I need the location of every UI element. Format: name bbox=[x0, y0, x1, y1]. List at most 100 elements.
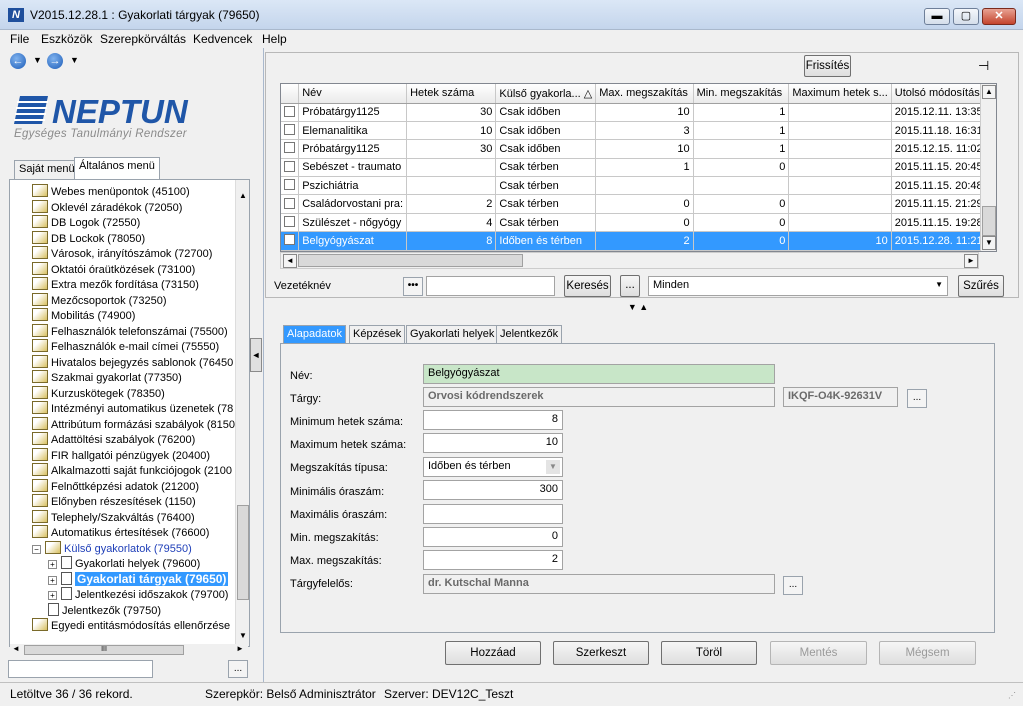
resize-grip-icon[interactable]: ⋰ bbox=[1008, 691, 1016, 700]
row-checkbox[interactable] bbox=[284, 216, 296, 228]
tab-gyakorlati-helyek[interactable]: Gyakorlati helyek bbox=[406, 325, 499, 344]
tree-item[interactable]: Alkalmazotti saját funkciójogok (2100 bbox=[32, 463, 232, 478]
table-row[interactable]: Próbatárgy1125 30 Csak időben 10 1 2015.12.15… bbox=[281, 139, 996, 159]
table-row[interactable]: Belgyógyászat 8 Időben és térben 2 0 10 2015.1… bbox=[281, 231, 996, 251]
tree-scroll-thumb[interactable] bbox=[237, 505, 249, 600]
row-checkbox[interactable] bbox=[284, 142, 296, 154]
tree-item[interactable]: Mobilitás (74900) bbox=[32, 308, 135, 323]
expand-icon[interactable]: + bbox=[48, 591, 57, 600]
column-header[interactable]: Min. megszakítás bbox=[693, 84, 790, 104]
filter-button[interactable]: Szűrés bbox=[958, 275, 1004, 297]
tree-item[interactable]: Szakmai gyakorlat (77350) bbox=[32, 370, 182, 385]
felelos-select-button[interactable]: ... bbox=[783, 576, 803, 595]
tree-hscroll-thumb[interactable]: III bbox=[24, 645, 184, 655]
scroll-down-icon[interactable]: ▼ bbox=[236, 630, 250, 644]
megsz-tipus-select[interactable]: Időben és térben ▼ bbox=[423, 457, 563, 477]
max-oraszam-field[interactable] bbox=[423, 504, 563, 524]
tree-item[interactable]: Kurzuskötegek (78350) bbox=[32, 385, 165, 401]
back-arrow-icon[interactable]: ← bbox=[10, 53, 26, 69]
row-checkbox[interactable] bbox=[284, 197, 296, 209]
filter-value-input[interactable] bbox=[426, 276, 555, 296]
minimize-button[interactable]: ▬ bbox=[924, 8, 950, 25]
maximize-button[interactable]: ▢ bbox=[953, 8, 979, 25]
tree-item[interactable]: − Külső gyakorlatok (79550) bbox=[32, 540, 192, 556]
tree-item[interactable]: Attribútum formázási szabályok (8150 bbox=[32, 416, 235, 432]
filter-options-button[interactable]: ••• bbox=[403, 277, 423, 296]
tree-item[interactable]: Automatikus értesítések (76600) bbox=[32, 525, 209, 540]
tree-item[interactable]: Felhasználók telefonszámai (75500) bbox=[32, 323, 228, 339]
search-more-button[interactable]: ... bbox=[620, 275, 640, 297]
column-header[interactable]: Külső gyakorla... △ bbox=[495, 84, 597, 104]
grid-scroll-thumb[interactable] bbox=[982, 206, 996, 236]
pin-icon[interactable]: ⊣ bbox=[978, 58, 989, 74]
close-button[interactable]: ✕ bbox=[982, 8, 1016, 25]
tab-jelentkezok[interactable]: Jelentkezők bbox=[496, 325, 563, 344]
forward-dropdown-icon[interactable]: ▼ bbox=[70, 55, 79, 65]
table-row[interactable]: Szülészet - nőgyógy 4 Csak térben 0 0 2015.11… bbox=[281, 213, 996, 233]
cancel-button[interactable]: Mégsem bbox=[879, 641, 976, 665]
tree-item[interactable]: Adattöltési szabályok (76200) bbox=[32, 432, 195, 447]
tab-altalanos-menu[interactable]: Általános menü bbox=[74, 157, 160, 179]
tree-item[interactable]: DB Lockok (78050) bbox=[32, 230, 145, 246]
back-dropdown-icon[interactable]: ▼ bbox=[33, 55, 42, 65]
tree-item[interactable]: Jelentkezők (79750) bbox=[48, 602, 161, 618]
tree-item[interactable]: Extra mezők fordítása (73150) bbox=[32, 277, 199, 292]
grid-scroll-down-icon[interactable]: ▼ bbox=[982, 236, 996, 250]
tree-item[interactable]: Webes menüpontok (45100) bbox=[32, 184, 190, 199]
min-oraszam-field[interactable]: 300 bbox=[423, 480, 563, 500]
filter-combo[interactable]: Minden ▼ bbox=[648, 276, 948, 296]
row-checkbox[interactable] bbox=[284, 105, 296, 117]
expand-icon[interactable]: + bbox=[48, 575, 57, 585]
scroll-left-icon[interactable]: ◄ bbox=[12, 644, 20, 653]
tab-kepzesek[interactable]: Képzések bbox=[349, 325, 406, 344]
row-checkbox[interactable] bbox=[284, 160, 296, 172]
edit-button[interactable]: Szerkeszt bbox=[553, 641, 649, 665]
delete-button[interactable]: Töröl bbox=[661, 641, 757, 665]
tree-item[interactable]: Mezőcsoportok (73250) bbox=[32, 292, 167, 308]
tree-item[interactable]: Hivatalos bejegyzés sablonok (76450 bbox=[32, 354, 233, 370]
column-header[interactable]: Max. megszakítás bbox=[595, 84, 694, 104]
save-button[interactable]: Mentés bbox=[770, 641, 867, 665]
row-checkbox[interactable] bbox=[284, 234, 296, 246]
table-row[interactable]: Sebészet - traumato Csak térben 1 0 2015.11.… bbox=[281, 158, 996, 178]
collapse-left-pane-button[interactable]: ◄ bbox=[250, 338, 262, 372]
scroll-right-icon[interactable]: ► bbox=[236, 644, 244, 653]
refresh-button[interactable]: Frissítés bbox=[804, 55, 851, 77]
menu-search-button[interactable]: ... bbox=[228, 660, 248, 678]
megsz-chevron-down-icon[interactable]: ▼ bbox=[546, 460, 560, 474]
tree-horizontal-scrollbar[interactable]: ◄ III ► bbox=[10, 644, 248, 656]
tree-vertical-scrollbar[interactable]: ▲ ▼ bbox=[235, 180, 249, 646]
combo-chevron-down-icon[interactable]: ▼ bbox=[935, 280, 943, 289]
row-checkbox[interactable] bbox=[284, 179, 296, 191]
grid-scroll-up-icon[interactable]: ▲ bbox=[982, 85, 996, 99]
menu-search-input[interactable] bbox=[8, 660, 153, 678]
tree-item[interactable]: + Gyakorlati tárgyak (79650) bbox=[48, 571, 229, 587]
tree-item[interactable]: Előnyben részesítések (1150) bbox=[32, 494, 196, 509]
column-header[interactable]: Hetek száma bbox=[406, 84, 497, 104]
max-megsz-field[interactable]: 2 bbox=[423, 550, 563, 570]
grid-scroll-left-icon[interactable]: ◄ bbox=[283, 254, 297, 268]
tree-item[interactable]: Intézményi automatikus üzenetek (78 bbox=[32, 401, 233, 416]
menu-help[interactable]: Help bbox=[262, 32, 287, 46]
tree-item[interactable]: Felhasználók e-mail címei (75550) bbox=[32, 339, 219, 354]
targy-select-button[interactable]: ... bbox=[907, 389, 927, 408]
add-button[interactable]: Hozzáad bbox=[445, 641, 541, 665]
max-hetek-field[interactable]: 10 bbox=[423, 433, 563, 453]
min-megsz-field[interactable]: 0 bbox=[423, 527, 563, 547]
tab-alapadatok[interactable]: Alapadatok bbox=[283, 325, 347, 344]
menu-eszkozok[interactable]: Eszközök bbox=[41, 32, 92, 46]
grid-horizontal-scrollbar[interactable]: ◄ ► bbox=[280, 252, 979, 269]
row-checkbox[interactable] bbox=[284, 124, 296, 136]
grid-scroll-right-icon[interactable]: ► bbox=[964, 254, 978, 268]
grid-vertical-scrollbar[interactable]: ▲ ▼ bbox=[980, 84, 996, 251]
tree-item[interactable]: + Jelentkezési időszakok (79700) bbox=[48, 587, 228, 602]
menu-szerepkorvaltas[interactable]: Szerepkörváltás bbox=[100, 32, 186, 46]
tree-item[interactable]: Városok, irányítószámok (72700) bbox=[32, 246, 212, 261]
table-row[interactable]: Családorvostani pra: 2 Csak térben 0 0 2015.1… bbox=[281, 194, 996, 214]
menu-kedvencek[interactable]: Kedvencek bbox=[193, 32, 252, 46]
tree-item[interactable]: Telephely/Szakváltás (76400) bbox=[32, 509, 195, 525]
scroll-up-icon[interactable]: ▲ bbox=[236, 190, 250, 204]
expand-icon[interactable]: + bbox=[48, 560, 57, 569]
tree-item[interactable]: FIR hallgatói pénzügyek (20400) bbox=[32, 447, 210, 463]
tree-item[interactable]: Oklevél záradékok (72050) bbox=[32, 199, 182, 215]
